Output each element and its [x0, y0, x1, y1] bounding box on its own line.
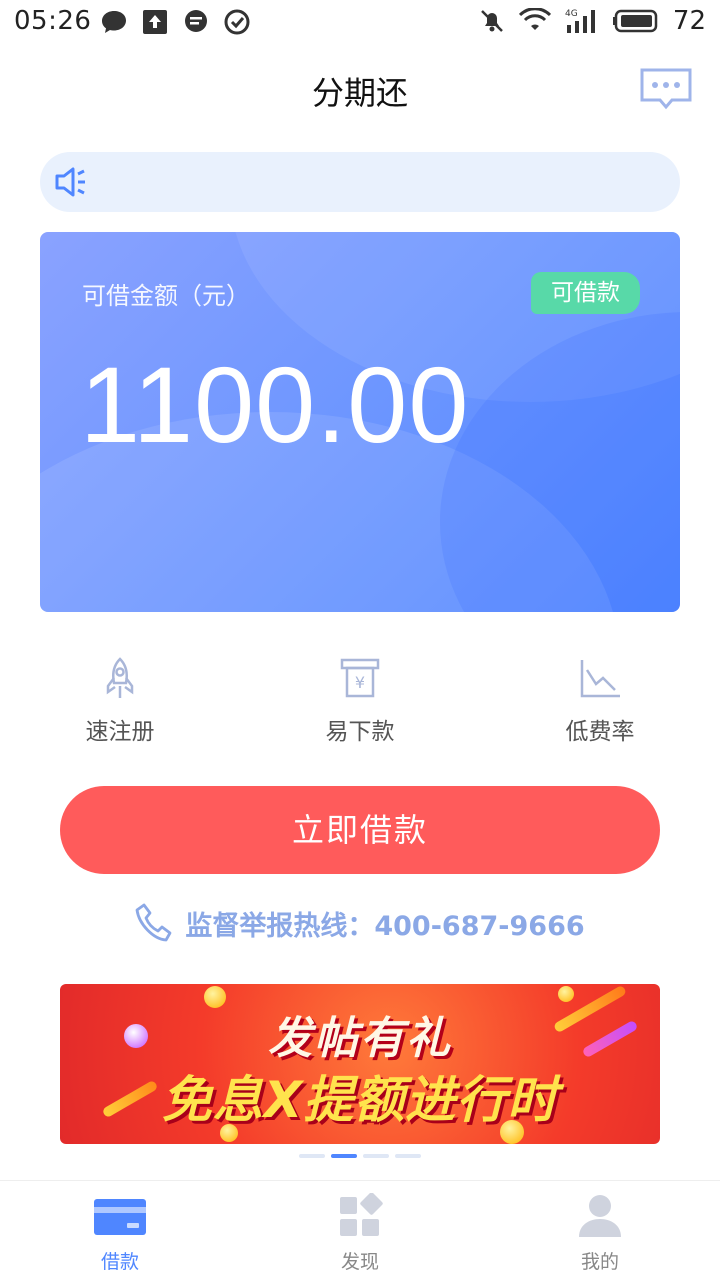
- card-icon: [94, 1199, 146, 1235]
- upload-icon: [143, 10, 167, 34]
- pager-dot[interactable]: [363, 1154, 389, 1158]
- tab-borrow[interactable]: 借款: [0, 1181, 240, 1281]
- phone-icon: [135, 903, 172, 942]
- mute-icon: [481, 10, 503, 32]
- battery-level: 72: [672, 6, 706, 36]
- atm-yuan-icon: ¥: [340, 658, 380, 698]
- feature-low-rate: 低费率: [520, 650, 680, 746]
- feature-fast-register: 速注册: [40, 650, 200, 746]
- svg-text:4G: 4G: [565, 9, 578, 19]
- tab-mine[interactable]: 我的: [480, 1181, 720, 1281]
- report-hotline[interactable]: 监督举报热线：400-687-9666: [0, 902, 720, 952]
- notification-icons: [100, 9, 250, 35]
- pager-dot[interactable]: [395, 1154, 421, 1158]
- tab-label: 我的: [580, 1251, 619, 1273]
- message-icon: [185, 10, 207, 32]
- tab-label: 发现: [340, 1251, 379, 1273]
- feature-label: 速注册: [85, 719, 155, 745]
- hotline-text: 监督举报热线：400-687-9666: [185, 910, 585, 942]
- available-amount: 1100.00: [80, 344, 470, 465]
- chart-down-icon: [580, 660, 620, 698]
- pager-dot[interactable]: [299, 1154, 325, 1158]
- bottom-nav: 借款 发现 我的: [0, 1180, 720, 1281]
- app-header: 分期还: [0, 46, 720, 136]
- check-circle-icon: [224, 9, 250, 35]
- speaker-icon: [55, 167, 85, 197]
- chat-bubble-icon: [102, 11, 126, 33]
- system-icons: 4G 72: [479, 6, 706, 36]
- feature-row: 速注册 ¥ 易下款 低费率: [0, 650, 720, 760]
- banner-pager: [0, 1154, 720, 1160]
- feature-easy-loan: ¥ 易下款: [280, 650, 440, 746]
- pager-dot-active[interactable]: [331, 1154, 357, 1158]
- coin-decoration: [558, 986, 574, 1002]
- status-badge: 可借款: [531, 272, 640, 314]
- banner-subheadline: 免息X提额进行时: [161, 1071, 559, 1129]
- promo-banner[interactable]: 发帖有礼 免息X提额进行时: [60, 984, 660, 1144]
- tab-label: 借款: [100, 1251, 139, 1273]
- signal-4g-icon: 4G: [565, 9, 595, 33]
- notice-bar[interactable]: [40, 152, 680, 212]
- banner-headline: 发帖有礼: [268, 1013, 452, 1064]
- status-time: 05:26: [14, 6, 92, 36]
- credit-card: 可借金额（元） 可借款 1100.00: [40, 232, 680, 612]
- battery-icon: [612, 9, 658, 33]
- grid-icon: [340, 1193, 383, 1236]
- svg-text:¥: ¥: [355, 673, 365, 692]
- status-bar: 05:26 4G 72: [0, 0, 720, 46]
- page-title: 分期还: [311, 74, 408, 112]
- feature-label: 低费率: [565, 719, 635, 745]
- rocket-icon: [106, 657, 134, 698]
- wifi-icon: [518, 8, 551, 30]
- user-icon: [579, 1195, 621, 1237]
- available-amount-label: 可借金额（元）: [82, 282, 250, 310]
- message-center-icon[interactable]: [638, 66, 694, 112]
- tab-discover[interactable]: 发现: [240, 1181, 480, 1281]
- borrow-now-button[interactable]: 立即借款: [60, 786, 660, 874]
- feature-label: 易下款: [325, 719, 395, 745]
